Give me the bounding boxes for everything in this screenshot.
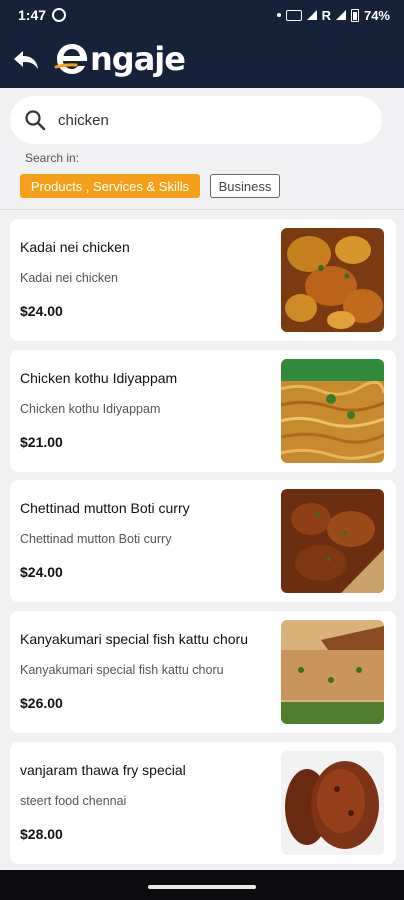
status-time: 1:47 xyxy=(18,7,47,23)
cast-icon xyxy=(285,9,302,21)
result-name: Chettinad mutton Boti curry xyxy=(20,500,190,516)
idiyappam-photo xyxy=(281,359,384,463)
result-description: Chicken kothu Idiyappam xyxy=(20,402,161,416)
filter-chip-products-services-skills[interactable]: Products , Services & Skills xyxy=(20,174,200,198)
result-price: $24.00 xyxy=(20,564,63,580)
fish-rice-photo xyxy=(281,620,384,724)
search-in-label: Search in: xyxy=(25,151,80,165)
status-icons: R 74% xyxy=(276,7,390,23)
result-name: Kadai nei chicken xyxy=(20,239,130,255)
brand-name: ngaje xyxy=(90,40,186,78)
status-bar: 1:47 R 74% xyxy=(0,0,404,30)
result-description: steert food chennai xyxy=(20,794,127,808)
result-card[interactable]: Chettinad mutton Boti curry Chettinad mu… xyxy=(10,480,396,602)
wifi-signal-icon xyxy=(306,10,317,20)
result-price: $21.00 xyxy=(20,434,63,450)
mutton-curry-photo xyxy=(281,489,384,593)
result-price: $24.00 xyxy=(20,303,63,319)
chicken-curry-photo xyxy=(281,228,384,332)
result-price: $28.00 xyxy=(20,826,63,842)
app-header: ngaje xyxy=(0,30,404,88)
whatsapp-icon xyxy=(52,8,67,22)
result-description: Kadai nei chicken xyxy=(20,271,118,285)
divider xyxy=(0,209,404,210)
result-price: $26.00 xyxy=(20,695,63,711)
result-card[interactable]: Kadai nei chicken Kadai nei chicken $24.… xyxy=(10,219,396,341)
home-gesture-handle[interactable] xyxy=(148,885,256,889)
filter-chip-business[interactable]: Business xyxy=(210,174,280,198)
back-icon[interactable] xyxy=(10,43,42,75)
system-navigation-bar xyxy=(0,870,404,900)
result-name: Kanyakumari special fish kattu choru xyxy=(20,631,248,647)
search-input[interactable] xyxy=(58,111,348,129)
result-card[interactable]: Chicken kothu Idiyappam Chicken kothu Id… xyxy=(10,350,396,472)
fish-fry-photo xyxy=(281,751,384,855)
result-description: Chettinad mutton Boti curry xyxy=(20,532,172,546)
battery-icon xyxy=(350,8,359,22)
result-card[interactable]: vanjaram thawa fry special steert food c… xyxy=(10,742,396,864)
notification-dot-icon xyxy=(276,13,281,17)
network-label: R xyxy=(321,7,331,23)
battery-level: 74% xyxy=(363,7,390,23)
search-icon xyxy=(25,110,46,131)
engaje-e-logo-icon xyxy=(54,44,88,74)
cell-signal-icon xyxy=(335,10,346,20)
result-name: Chicken kothu Idiyappam xyxy=(20,370,178,386)
result-description: Kanyakumari special fish kattu choru xyxy=(20,663,224,677)
search-bar[interactable] xyxy=(10,96,382,144)
result-name: vanjaram thawa fry special xyxy=(20,762,186,778)
result-card[interactable]: Kanyakumari special fish kattu choru Kan… xyxy=(10,611,396,733)
engaje-logo: ngaje xyxy=(54,38,186,80)
